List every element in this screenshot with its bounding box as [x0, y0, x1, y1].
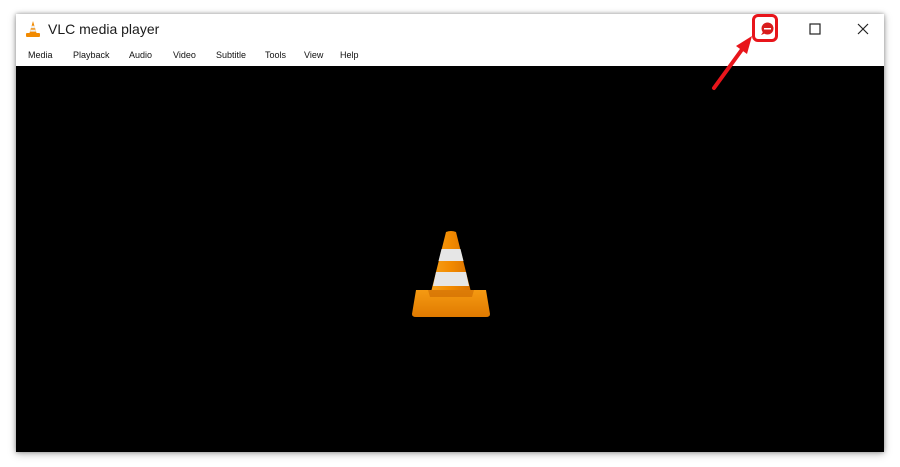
menu-media[interactable]: Media [28, 50, 53, 60]
menu-audio[interactable]: Audio [129, 50, 152, 60]
maximize-button[interactable] [792, 14, 838, 44]
menu-view[interactable]: View [304, 50, 323, 60]
vlc-cone-icon [26, 21, 40, 37]
window-title: VLC media player [48, 21, 160, 37]
annotation-arrow [712, 36, 752, 90]
menu-help[interactable]: Help [340, 50, 359, 60]
vlc-cone-icon [412, 231, 490, 317]
close-icon [857, 23, 869, 35]
close-button[interactable] [840, 14, 884, 44]
menu-subtitle[interactable]: Subtitle [216, 50, 246, 60]
menu-playback[interactable]: Playback [73, 50, 110, 60]
video-display[interactable] [16, 66, 884, 452]
menu-video[interactable]: Video [173, 50, 196, 60]
menu-tools[interactable]: Tools [265, 50, 286, 60]
maximize-icon [809, 23, 821, 35]
